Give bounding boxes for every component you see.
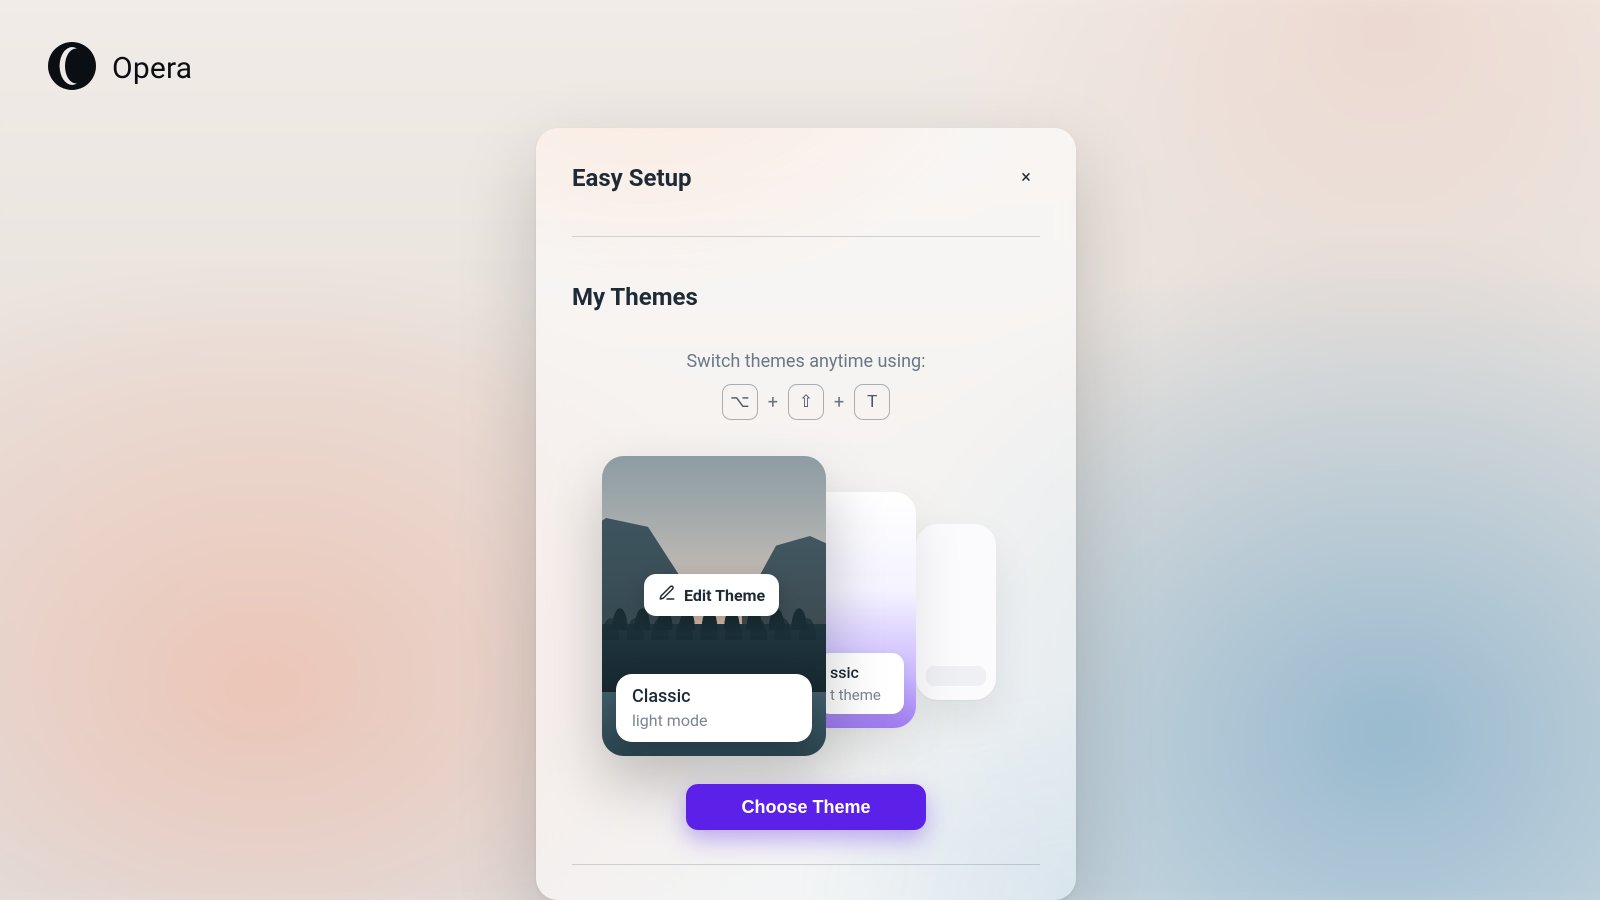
themes-carousel: ssic t theme Classic light mode Edit T	[572, 456, 1040, 756]
choose-theme-label: Choose Theme	[741, 797, 870, 817]
theme-card-label-placeholder	[926, 666, 986, 686]
theme-card-placeholder[interactable]	[916, 524, 996, 700]
theme-card-label: Classic light mode	[616, 674, 812, 742]
keycap-option-icon: ⌥	[722, 384, 758, 420]
divider	[572, 864, 1040, 865]
keycap-plus: +	[768, 392, 778, 413]
edit-theme-button[interactable]: Edit Theme	[644, 574, 779, 616]
shortcut-keys: ⌥ + ⇧ + T	[572, 384, 1040, 420]
panel-header: Easy Setup ×	[572, 164, 1040, 192]
theme-name: Classic	[632, 686, 796, 707]
theme-sub: light mode	[632, 711, 796, 730]
shortcut-hint: Switch themes anytime using:	[572, 351, 1040, 372]
panel-title: Easy Setup	[572, 164, 692, 192]
keycap-t: T	[854, 384, 890, 420]
divider	[572, 236, 1040, 237]
keycap-shift-icon: ⇧	[788, 384, 824, 420]
pencil-icon	[658, 584, 676, 606]
edit-theme-label: Edit Theme	[684, 586, 765, 605]
choose-theme-button[interactable]: Choose Theme	[686, 784, 926, 830]
opera-logo-icon	[46, 40, 98, 96]
theme-sub: t theme	[830, 686, 892, 704]
keycap-plus: +	[834, 392, 844, 413]
close-icon: ×	[1021, 169, 1031, 187]
close-button[interactable]: ×	[1012, 164, 1040, 192]
easy-setup-panel: Easy Setup × My Themes Switch themes any…	[536, 128, 1076, 900]
brand-name: Opera	[112, 51, 192, 86]
brand: Opera	[46, 40, 192, 96]
section-title-my-themes: My Themes	[572, 283, 1040, 311]
theme-card-label: ssic t theme	[818, 653, 904, 714]
theme-name: ssic	[830, 663, 892, 682]
